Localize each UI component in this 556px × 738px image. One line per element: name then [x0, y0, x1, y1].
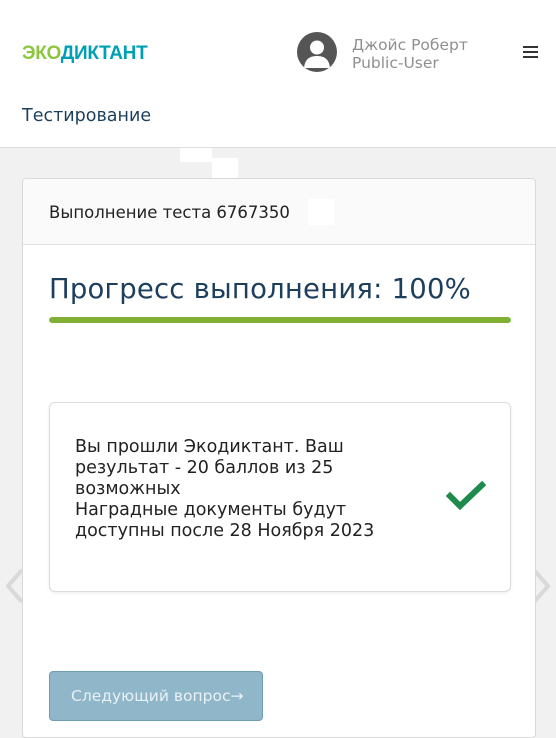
progress-bar: [49, 317, 511, 323]
result-line: Вы прошли Экодиктант. Ваш: [75, 437, 344, 457]
result-line: возможных: [75, 479, 181, 499]
result-message: Вы прошли Экодиктант. Ваш результат - 20…: [75, 437, 415, 542]
progress-bar-fill: [49, 317, 511, 323]
progress-label: Прогресс выполнения: 100%: [49, 273, 471, 305]
result-line: доступны после 28 Ноября 2023: [75, 521, 375, 541]
user-name[interactable]: Джойс Роберт: [352, 36, 468, 55]
logo[interactable]: ЭКОДИКТАНТ: [22, 42, 148, 66]
card-header: Выполнение теста 6767350: [23, 179, 535, 245]
result-line: Наградные документы будут: [75, 500, 347, 520]
card-heading: Выполнение теста 6767350: [49, 203, 290, 222]
redaction-patch: [308, 199, 334, 225]
logo-part-eco: ЭКО: [22, 43, 61, 64]
user-avatar-icon[interactable]: [297, 32, 337, 72]
section-title: Тестирование: [22, 106, 152, 126]
logo-part-dictant: ДИКТАНТ: [60, 43, 148, 64]
redaction-patch: [347, 100, 473, 144]
user-role: Public-User: [352, 54, 439, 72]
test-card: Выполнение теста 6767350 Прогресс выполн…: [22, 178, 536, 738]
result-message-box: Вы прошли Экодиктант. Ваш результат - 20…: [49, 402, 511, 592]
next-question-button[interactable]: Следующий вопрос→: [49, 671, 263, 721]
redaction-patch: [212, 158, 238, 178]
result-line: результат - 20 баллов из 25: [75, 458, 334, 478]
redaction-patch: [180, 148, 212, 162]
top-bar: ЭКОДИКТАНТ Джойс Роберт Public-User: [0, 0, 556, 88]
hamburger-menu-icon[interactable]: [523, 46, 538, 58]
checkmark-icon: [445, 480, 487, 515]
